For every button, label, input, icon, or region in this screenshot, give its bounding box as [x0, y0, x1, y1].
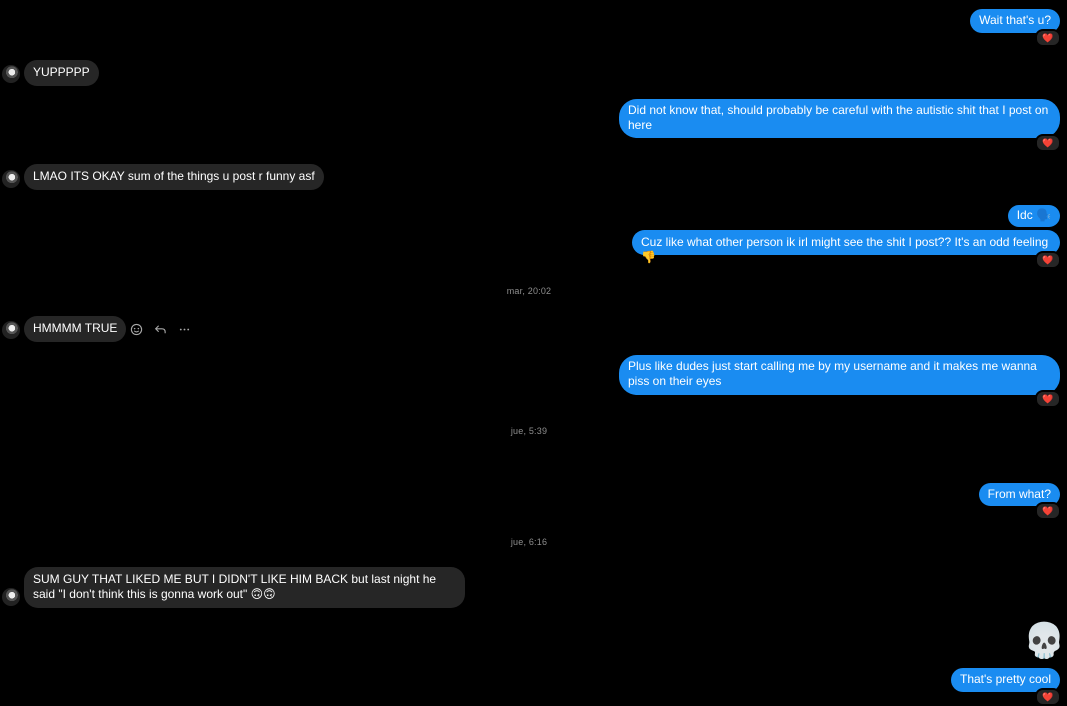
- heart-reaction[interactable]: ❤️: [1035, 390, 1061, 408]
- heart-reaction[interactable]: ❤️: [1035, 502, 1061, 520]
- sent-message[interactable]: Idc 🗣️: [1007, 205, 1060, 227]
- heart-reaction[interactable]: ❤️: [1035, 251, 1061, 269]
- avatar[interactable]: [2, 321, 20, 339]
- heart-reaction[interactable]: ❤️: [1035, 134, 1061, 152]
- received-message[interactable]: SUM GUY THAT LIKED ME BUT I DIDN'T LIKE …: [24, 567, 465, 608]
- timestamp: mar, 20:02: [506, 286, 552, 296]
- sent-message[interactable]: Plus like dudes just start calling me by…: [619, 355, 1060, 395]
- reply-icon[interactable]: [152, 321, 168, 337]
- received-message[interactable]: YUPPPPP: [24, 60, 99, 86]
- timestamp: jue, 6:16: [510, 537, 548, 547]
- timestamp: jue, 5:39: [510, 426, 548, 436]
- avatar[interactable]: [2, 65, 20, 83]
- heart-reaction[interactable]: ❤️: [1035, 688, 1061, 706]
- more-icon[interactable]: [176, 321, 192, 337]
- heart-reaction[interactable]: ❤️: [1035, 29, 1061, 47]
- smile-icon[interactable]: [128, 321, 144, 337]
- avatar[interactable]: [2, 170, 20, 188]
- received-message[interactable]: LMAO ITS OKAY sum of the things u post r…: [24, 164, 324, 190]
- sent-message[interactable]: Cuz like what other person ik irl might …: [632, 230, 1060, 264]
- received-message[interactable]: HMMMM TRUE: [24, 316, 127, 342]
- avatar[interactable]: [2, 588, 20, 606]
- sent-message[interactable]: Did not know that, should probably be ca…: [619, 99, 1060, 138]
- skull-emoji-message[interactable]: 💀: [1023, 621, 1065, 661]
